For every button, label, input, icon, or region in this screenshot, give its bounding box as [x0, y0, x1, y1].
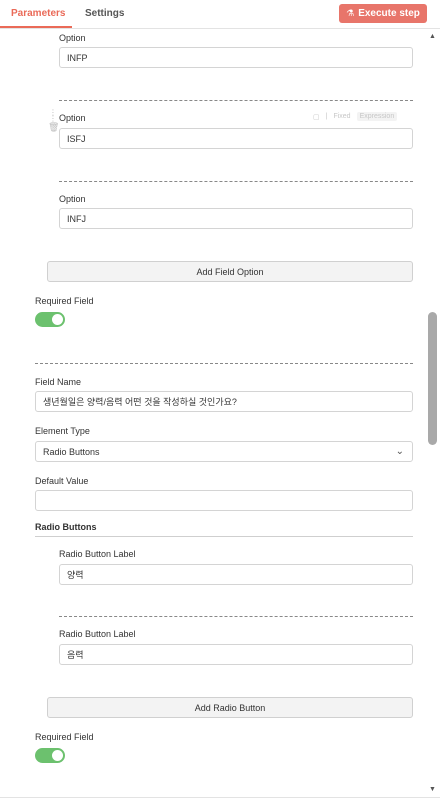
element-type-select[interactable]: Radio Buttons ⌄: [35, 441, 413, 462]
section-divider: [35, 536, 413, 537]
radio-button-label-input[interactable]: 음력: [59, 644, 413, 665]
trash-icon[interactable]: 🗑: [48, 122, 59, 133]
required-field-label: Required Field: [35, 296, 94, 306]
bottom-border: [0, 797, 440, 798]
radio-button-label-label: Radio Button Label: [59, 549, 136, 559]
panel-header: Parameters Settings ⚗ Execute step: [0, 0, 440, 29]
element-type-value: Radio Buttons: [43, 446, 100, 457]
option-input[interactable]: INFP: [59, 47, 413, 68]
add-field-option-button[interactable]: Add Field Option: [47, 261, 413, 282]
required-field-toggle[interactable]: [35, 748, 65, 763]
default-value-input[interactable]: [35, 490, 413, 511]
execute-step-label: Execute step: [358, 8, 420, 19]
flask-icon: ⚗: [346, 8, 355, 18]
radio-button-label-input[interactable]: 양력: [59, 564, 413, 585]
toggle-knob: [52, 750, 63, 761]
add-radio-button-button[interactable]: Add Radio Button: [47, 697, 413, 718]
drag-handle-icon[interactable]: ⋮ ⋮: [49, 109, 57, 123]
execute-step-button[interactable]: ⚗ Execute step: [339, 4, 427, 23]
required-field-toggle[interactable]: [35, 312, 65, 327]
option-input[interactable]: ISFJ: [59, 128, 413, 149]
required-field-label: Required Field: [35, 732, 94, 742]
fixed-option[interactable]: Fixed: [333, 113, 350, 120]
scroll-down-icon[interactable]: ▼: [429, 786, 436, 793]
radio-button-label-label: Radio Button Label: [59, 629, 136, 639]
field-name-input[interactable]: 생년월일은 양력/음력 어떤 것을 작성하실 것인가요?: [35, 391, 413, 412]
element-type-label: Element Type: [35, 426, 90, 436]
option-label: Option: [59, 113, 86, 123]
default-value-label: Default Value: [35, 476, 89, 486]
option-label: Option: [59, 194, 86, 204]
scrollbar-thumb[interactable]: [428, 312, 437, 445]
separator: |: [325, 113, 328, 120]
chevron-down-icon: ⌄: [395, 446, 404, 457]
active-tab-indicator: [0, 26, 72, 28]
divider: [59, 100, 413, 101]
field-name-label: Field Name: [35, 377, 82, 387]
option-input[interactable]: INFJ: [59, 208, 413, 229]
toggle-knob: [52, 314, 63, 325]
option-label: Option: [59, 33, 86, 43]
copy-icon: ▢: [313, 113, 320, 121]
divider: [59, 616, 413, 617]
expression-option[interactable]: Expression: [356, 112, 398, 121]
fixed-expression-toggle[interactable]: ▢ | Fixed Expression: [313, 112, 398, 121]
divider: [59, 181, 413, 182]
radio-buttons-section-title: Radio Buttons: [35, 522, 97, 532]
divider: [35, 363, 413, 364]
scroll-up-icon[interactable]: ▲: [429, 33, 436, 40]
tab-settings[interactable]: Settings: [85, 8, 124, 19]
tab-parameters[interactable]: Parameters: [11, 8, 65, 19]
